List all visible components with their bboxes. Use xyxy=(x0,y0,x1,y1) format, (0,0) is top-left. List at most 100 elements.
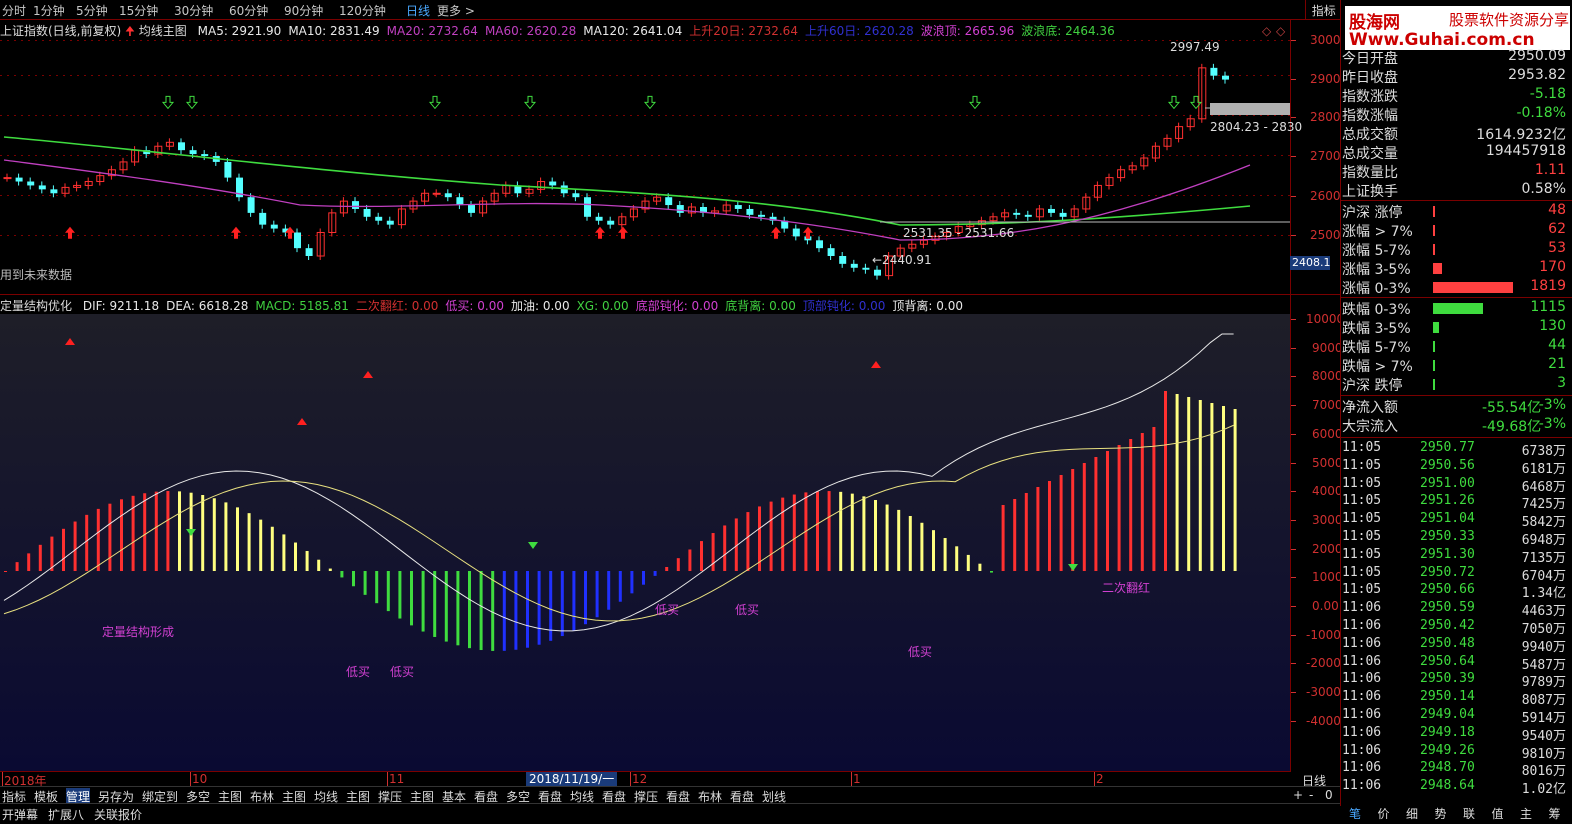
breadth-row: 涨幅 5-7% 53 xyxy=(1342,240,1568,259)
macd-axis-tick xyxy=(1291,519,1296,521)
low-price-label: ←2440.91 xyxy=(872,253,932,267)
timeframe-tab-2[interactable]: 5分钟 xyxy=(76,2,108,19)
quote-row: 指数涨跌 -5.18 xyxy=(1342,86,1568,105)
status-tab-2[interactable]: 关联报价 xyxy=(94,806,142,823)
tick-price: 2950.33 xyxy=(1420,529,1475,544)
flow-label: 净流入额 xyxy=(1342,400,1398,416)
macd-axis-tick xyxy=(1291,347,1296,349)
macd-axis-tick xyxy=(1291,692,1296,694)
tick-row: 11:05 2950.72 6704万 xyxy=(1342,564,1570,584)
tick-row: 11:06 2950.39 9789万 xyxy=(1342,671,1570,690)
status-tab-1[interactable]: 扩展八 xyxy=(48,806,84,823)
tick-price: 2950.59 xyxy=(1420,600,1475,616)
tick-time: 11:05 xyxy=(1342,493,1382,509)
macd-axis-label: 6000 xyxy=(1312,426,1343,441)
timeframe-tab-9[interactable]: 更多 > xyxy=(437,2,475,19)
range-label-top: 2804.23 - 2830 xyxy=(1210,120,1303,134)
breadth-row: 沪深 涨停 48 xyxy=(1342,202,1568,221)
zoom-control-0[interactable]: + xyxy=(1293,788,1303,802)
timeframe-toolbar: 分时1分钟5分钟15分钟30分钟60分钟90分钟120分钟日线更多 > 指标叠加… xyxy=(0,0,1572,20)
macd-axis-label: 1000 xyxy=(1312,570,1343,585)
timeframe-tab-7[interactable]: 120分钟 xyxy=(339,2,386,19)
breadth-label: 跌幅 0-3% xyxy=(1342,302,1411,318)
macd-annotation: 定量结构形成 xyxy=(102,624,174,639)
quote-value: 1.11 xyxy=(1534,162,1566,178)
tick-time: 11:06 xyxy=(1342,760,1382,776)
macd-value-10: 顶背离: 0.00 xyxy=(892,299,963,313)
macd-axis-tick xyxy=(1291,634,1296,636)
macd-axis-label: 10000 xyxy=(1306,312,1345,326)
macd-chart[interactable]: 二次翻红低买低买低买低买低买定量结构形成 xyxy=(0,314,1290,771)
tick-price: 2950.77 xyxy=(1420,440,1475,455)
tick-price: 2949.18 xyxy=(1420,724,1475,740)
breadth-label: 沪深 跌停 xyxy=(1342,378,1403,394)
timeframe-tab-0[interactable]: 分时 xyxy=(2,2,26,19)
macd-annotation: 低买 xyxy=(390,665,414,679)
price-axis-label: 2800 xyxy=(1310,110,1341,124)
panel-tab-1[interactable]: 价 xyxy=(1378,805,1390,822)
breadth-label: 跌幅 5-7% xyxy=(1342,340,1411,356)
zoom-control-1[interactable]: - xyxy=(1309,788,1313,802)
panel-tab-3[interactable]: 势 xyxy=(1435,805,1447,822)
sub-indicator-name[interactable]: 定量结构优化 xyxy=(0,299,72,313)
tick-volume: 6948万 xyxy=(1521,533,1566,548)
quote-row: 上证换手 0.58% xyxy=(1342,181,1568,200)
macd-axis-tick xyxy=(1291,491,1296,493)
quote-label: 昨日收盘 xyxy=(1342,70,1398,86)
flow-label: 大宗流入 xyxy=(1342,419,1398,435)
macd-axis-label: -1000 xyxy=(1306,627,1341,642)
price-axis-tick xyxy=(1291,156,1296,157)
quote-label: 今日开盘 xyxy=(1342,51,1398,67)
tick-volume: 4463万 xyxy=(1521,604,1566,620)
tick-volume: 7050万 xyxy=(1521,622,1566,637)
macd-axis-tick xyxy=(1291,663,1296,665)
macd-axis-label: 8000 xyxy=(1312,369,1343,384)
tick-time: 11:05 xyxy=(1342,546,1382,562)
quote-label: 指数涨跌 xyxy=(1342,89,1398,105)
timeframe-tab-3[interactable]: 15分钟 xyxy=(119,2,158,19)
macd-annotation: 低买 xyxy=(655,603,679,617)
panel-tab-6[interactable]: 主 xyxy=(1520,805,1532,822)
candlestick-chart[interactable] xyxy=(0,20,1340,295)
price-axis-tick xyxy=(1291,196,1296,197)
flow-value: -55.54亿 xyxy=(1482,400,1542,416)
tick-time: 11:05 xyxy=(1342,582,1382,598)
macd-axis-label: 4000 xyxy=(1312,484,1343,499)
tick-price: 2950.56 xyxy=(1420,457,1475,473)
zoom-control-2[interactable]: 0 xyxy=(1325,788,1333,802)
macd-axis-tick xyxy=(1291,319,1296,320)
macd-value-7: 底部钝化: 0.00 xyxy=(635,299,719,313)
macd-value-4: 低买: 0.00 xyxy=(445,299,504,313)
breadth-bar xyxy=(1433,341,1435,352)
toolbar-button-0[interactable]: 指标 xyxy=(1304,0,1342,19)
breadth-bar xyxy=(1433,263,1442,274)
tick-volume: 7135万 xyxy=(1521,550,1566,566)
macd-value-2: MACD: 5185.81 xyxy=(255,299,349,313)
price-axis-tick xyxy=(1291,79,1296,80)
timeframe-tab-5[interactable]: 60分钟 xyxy=(229,2,268,19)
timeframe-tab-4[interactable]: 30分钟 xyxy=(174,2,213,19)
logo-slogan: 股票软件资源分享 xyxy=(1449,11,1570,29)
timeframe-tab-8[interactable]: 日线 xyxy=(406,2,430,19)
timeframe-tab-6[interactable]: 90分钟 xyxy=(284,2,323,19)
panel-tab-7[interactable]: 筹 xyxy=(1549,805,1561,822)
panel-tab-4[interactable]: 联 xyxy=(1463,805,1475,822)
quote-value: 2953.82 xyxy=(1508,67,1566,83)
panel-tab-2[interactable]: 细 xyxy=(1406,805,1418,822)
date-axis-tick xyxy=(387,772,388,786)
panel-tab-0[interactable]: 笔 xyxy=(1349,805,1361,822)
timeframe-tab-1[interactable]: 1分钟 xyxy=(33,2,65,19)
breadth-row: 跌幅 5-7% 44 xyxy=(1342,337,1568,356)
range-label-bottom: 2531.35 - 2531.66 xyxy=(903,226,1015,240)
macd-value-3: 二次翻红: 0.00 xyxy=(355,299,439,313)
tick-time: 11:06 xyxy=(1342,724,1382,740)
macd-axis-label: 9000 xyxy=(1312,340,1343,355)
breadth-value: 130 xyxy=(1539,318,1566,334)
tick-price: 2949.04 xyxy=(1420,707,1475,722)
tick-time: 11:05 xyxy=(1342,564,1382,580)
status-tab-0[interactable]: 开弹幕 xyxy=(2,806,38,823)
breadth-row: 跌幅 > 7% 21 xyxy=(1342,356,1568,375)
panel-tab-5[interactable]: 值 xyxy=(1492,805,1504,822)
macd-axis-label: -4000 xyxy=(1306,713,1341,728)
date-cursor-label: 2018/11/19/一 xyxy=(526,772,618,786)
